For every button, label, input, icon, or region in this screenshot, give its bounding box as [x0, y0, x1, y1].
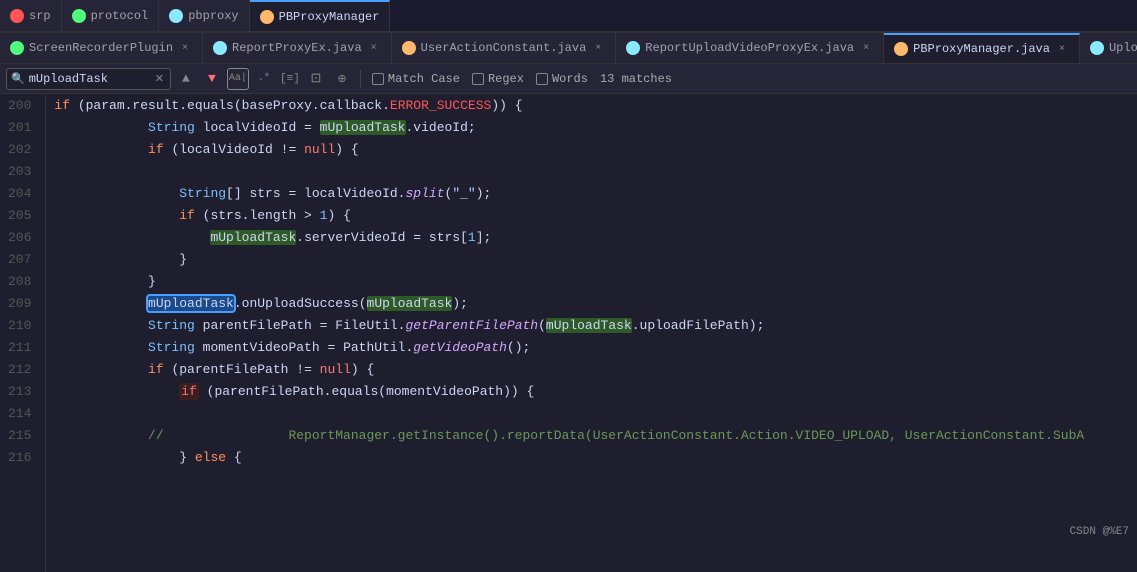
search-clear-button[interactable]: ✕: [153, 72, 166, 86]
editor-area: 200 201 202 203 204 205 206 207 208 209 …: [0, 94, 1137, 572]
line-numbers: 200 201 202 203 204 205 206 207 208 209 …: [0, 94, 46, 572]
tab-label-pbproxymanager2: PBProxyManager.java: [913, 42, 1050, 56]
tab-screenrecorder[interactable]: ScreenRecorderPlugin ×: [0, 33, 203, 63]
tab-icon-protocol: [72, 9, 86, 23]
line-num-212: 212: [8, 358, 37, 380]
tab-label-reportuploadvideo: ReportUploadVideoProxyEx.java: [645, 41, 854, 55]
tab-icon-screenrecorder: [10, 41, 24, 55]
tab-icon-reportuploadvideo: [626, 41, 640, 55]
tab-icon-useractionconstant: [402, 41, 416, 55]
tab-bar: srp protocol pbproxy PBProxyManager: [0, 0, 1137, 32]
line-num-202: 202: [8, 138, 37, 160]
line-num-215: 215: [8, 424, 37, 446]
tab-reportproxyex[interactable]: ReportProxyEx.java ×: [203, 33, 392, 63]
regex-option[interactable]: Regex: [468, 70, 528, 88]
tab-useractionconstant[interactable]: UserActionConstant.java ×: [392, 33, 617, 63]
tab-protocol[interactable]: protocol: [62, 0, 160, 31]
tab-icon-srp: [10, 9, 24, 23]
code-line-212: if (parentFilePath != null) {: [54, 358, 1137, 380]
regex-label: Regex: [488, 72, 524, 86]
close-search-button[interactable]: ⊡: [305, 68, 327, 90]
prev-match-button[interactable]: ▲: [175, 68, 197, 90]
code-line-211: String momentVideoPath = PathUtil.getVid…: [54, 336, 1137, 358]
bottom-bar: CSDN @%E7: [1062, 524, 1137, 540]
line-num-200: 200: [8, 94, 37, 116]
line-num-207: 207: [8, 248, 37, 270]
tab-label-pbproxymanager: PBProxyManager: [279, 10, 380, 24]
code-line-207: }: [54, 248, 1137, 270]
tab-close-pbproxymanager2[interactable]: ×: [1055, 42, 1069, 56]
line-num-211: 211: [8, 336, 37, 358]
bottom-bar-text: CSDN @%E7: [1070, 526, 1129, 538]
code-line-201: String localVideoId = mUploadTask.videoI…: [54, 116, 1137, 138]
tab-icon-uploadvideo: [1090, 41, 1104, 55]
tab-reportuploadvideo[interactable]: ReportUploadVideoProxyEx.java ×: [616, 33, 884, 63]
code-line-202: if (localVideoId != null) {: [54, 138, 1137, 160]
line-num-208: 208: [8, 270, 37, 292]
match-case-label: Match Case: [388, 72, 460, 86]
match-case-option[interactable]: Match Case: [368, 70, 464, 88]
tab-pbproxymanager[interactable]: PBProxyManager: [250, 0, 391, 31]
tab-pbproxymanager2[interactable]: PBProxyManager.java ×: [884, 33, 1080, 63]
code-line-214: [54, 402, 1137, 424]
tab-icon-pbproxymanager2: [894, 42, 908, 56]
words-label: Words: [552, 72, 588, 86]
next-match-button[interactable]: ▼: [201, 68, 223, 90]
tab-label-protocol: protocol: [91, 9, 149, 23]
code-line-205: if (strs.length > 1) {: [54, 204, 1137, 226]
line-num-214: 214: [8, 402, 37, 424]
code-line-204: String[] strs = localVideoId.split("_");: [54, 182, 1137, 204]
search-bar: 🔍 ✕ ▲ ▼ Aa| .* [≡] ⊡ ⊕ Match Case Regex …: [0, 64, 1137, 94]
code-line-206: mUploadTask.serverVideoId = strs[1];: [54, 226, 1137, 248]
words-checkbox: [536, 73, 548, 85]
tab-close-useractionconstant[interactable]: ×: [591, 41, 605, 55]
tab-bar-2: ScreenRecorderPlugin × ReportProxyEx.jav…: [0, 32, 1137, 64]
code-line-213: if (parentFilePath.equals(momentVideoPat…: [54, 380, 1137, 402]
separator-1: [360, 70, 361, 88]
line-num-203: 203: [8, 160, 37, 182]
tab-icon-pbproxymanager: [260, 10, 274, 24]
find-word-button[interactable]: Aa|: [227, 68, 249, 90]
line-num-216: 216: [8, 446, 37, 468]
words-option[interactable]: Words: [532, 70, 592, 88]
tab-icon-pbproxy: [169, 9, 183, 23]
code-line-210: String parentFilePath = FileUtil.getPare…: [54, 314, 1137, 336]
line-num-206: 206: [8, 226, 37, 248]
tab-srp[interactable]: srp: [0, 0, 62, 31]
line-num-210: 210: [8, 314, 37, 336]
tab-label-reportproxyex: ReportProxyEx.java: [232, 41, 362, 55]
tab-close-reportproxyex[interactable]: ×: [367, 41, 381, 55]
tab-label-uploadvideo: UploadVideowithShareDia...: [1109, 41, 1137, 55]
tab-label-screenrecorder: ScreenRecorderPlugin: [29, 41, 173, 55]
code-line-215: // ReportManager.getInstance().reportDat…: [54, 424, 1137, 446]
code-line-200: if (param.result.equals(baseProxy.callba…: [54, 94, 1137, 116]
match-selection-button[interactable]: [≡]: [279, 68, 301, 90]
match-case-checkbox: [372, 73, 384, 85]
matches-count: 13 matches: [600, 72, 672, 86]
extra-button[interactable]: ⊕: [331, 68, 353, 90]
regex-checkbox: [472, 73, 484, 85]
search-input[interactable]: [29, 72, 149, 86]
tab-close-screenrecorder[interactable]: ×: [178, 41, 192, 55]
tab-pbproxy[interactable]: pbproxy: [159, 0, 249, 31]
search-input-wrapper: 🔍 ✕: [6, 68, 171, 90]
search-icon: 🔍: [11, 72, 25, 86]
line-num-201: 201: [8, 116, 37, 138]
line-num-209: 209: [8, 292, 37, 314]
tab-label-srp: srp: [29, 9, 51, 23]
code-line-216: } else {: [54, 446, 1137, 468]
code-line-208: }: [54, 270, 1137, 292]
line-num-213: 213: [8, 380, 37, 402]
tab-label-useractionconstant: UserActionConstant.java: [421, 41, 587, 55]
code-area[interactable]: if (param.result.equals(baseProxy.callba…: [46, 94, 1137, 572]
code-line-203: [54, 160, 1137, 182]
code-line-209: mUploadTask.onUploadSuccess(mUploadTask)…: [54, 292, 1137, 314]
tab-uploadvideo[interactable]: UploadVideowithShareDia...: [1080, 33, 1137, 63]
tab-label-pbproxy: pbproxy: [188, 9, 238, 23]
find-regex-button[interactable]: .*: [253, 68, 275, 90]
tab-icon-reportproxyex: [213, 41, 227, 55]
line-num-204: 204: [8, 182, 37, 204]
line-num-205: 205: [8, 204, 37, 226]
tab-close-reportuploadvideo[interactable]: ×: [859, 41, 873, 55]
